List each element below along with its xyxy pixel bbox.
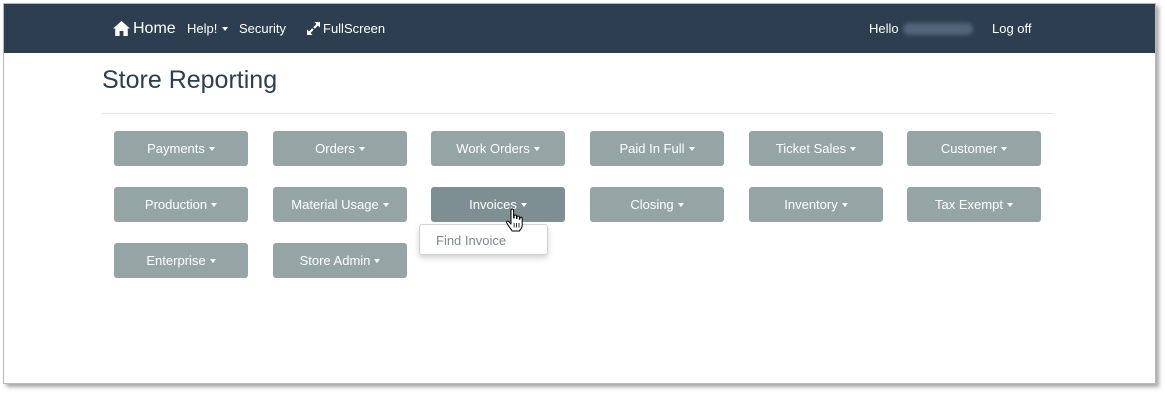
logoff-link[interactable]: Log off — [992, 4, 1032, 53]
title-divider — [102, 113, 1054, 114]
caret-down-icon — [209, 258, 216, 263]
redacted-username — [902, 22, 973, 35]
caret-down-icon — [520, 202, 527, 207]
page-title: Store Reporting — [102, 66, 278, 94]
button-label: Closing — [630, 197, 674, 212]
button-label: Inventory — [784, 197, 838, 212]
caret-down-icon — [850, 146, 857, 151]
caret-down-icon — [533, 146, 540, 151]
hand-pointer-cursor-icon — [506, 208, 523, 232]
browser-frame: Home Help! Security FullScreen Hello Log… — [3, 3, 1156, 384]
security-label: Security — [239, 21, 286, 36]
fullscreen-label: FullScreen — [323, 21, 386, 36]
home-link[interactable]: Home — [113, 4, 176, 53]
caret-down-icon — [374, 258, 381, 263]
caret-down-icon — [211, 202, 218, 207]
caret-down-icon — [358, 146, 365, 151]
help-label: Help! — [187, 21, 218, 36]
caret-down-icon — [1006, 202, 1013, 207]
hello-label: Hello — [869, 21, 899, 36]
button-label: Customer — [940, 141, 998, 156]
enterprise-dropdown-button[interactable]: Enterprise — [114, 243, 248, 278]
help-menu[interactable]: Help! — [187, 4, 229, 53]
invoices-dropdown-menu: Find Invoice — [419, 224, 548, 255]
expand-icon — [307, 22, 320, 35]
caret-down-icon — [382, 202, 389, 207]
store-admin-dropdown-button[interactable]: Store Admin — [273, 243, 407, 278]
closing-dropdown-button[interactable]: Closing — [590, 187, 724, 222]
button-label: Paid In Full — [619, 141, 685, 156]
tax-exempt-dropdown-button[interactable]: Tax Exempt — [907, 187, 1041, 222]
button-label: Production — [144, 197, 208, 212]
find-invoice-menu-item[interactable]: Find Invoice — [436, 233, 506, 248]
button-label: Orders — [315, 141, 355, 156]
top-navbar: Home Help! Security FullScreen Hello Log… — [4, 4, 1155, 53]
button-label: Payments — [147, 141, 205, 156]
inventory-dropdown-button[interactable]: Inventory — [749, 187, 883, 222]
button-label: Ticket Sales — [775, 141, 847, 156]
invoices-dropdown-button[interactable]: Invoices — [431, 187, 565, 222]
security-link[interactable]: Security — [239, 4, 286, 53]
customer-dropdown-button[interactable]: Customer — [907, 131, 1041, 166]
user-greeting[interactable]: Hello — [869, 4, 973, 53]
button-label: Tax Exempt — [935, 197, 1003, 212]
caret-down-icon — [208, 146, 215, 151]
payments-dropdown-button[interactable]: Payments — [114, 131, 248, 166]
caret-down-icon — [222, 26, 229, 31]
caret-down-icon — [841, 202, 848, 207]
work-orders-dropdown-button[interactable]: Work Orders — [431, 131, 565, 166]
caret-down-icon — [1001, 146, 1008, 151]
button-label: Enterprise — [146, 253, 206, 268]
ticket-sales-dropdown-button[interactable]: Ticket Sales — [749, 131, 883, 166]
button-label: Work Orders — [456, 141, 530, 156]
fullscreen-link[interactable]: FullScreen — [307, 4, 385, 53]
button-label: Store Admin — [299, 253, 371, 268]
paid-in-full-dropdown-button[interactable]: Paid In Full — [590, 131, 724, 166]
material-usage-dropdown-button[interactable]: Material Usage — [273, 187, 407, 222]
home-label: Home — [133, 19, 176, 37]
caret-down-icon — [677, 202, 684, 207]
orders-dropdown-button[interactable]: Orders — [273, 131, 407, 166]
button-label: Material Usage — [291, 197, 379, 212]
caret-down-icon — [688, 146, 695, 151]
logoff-label: Log off — [992, 21, 1032, 36]
home-icon — [113, 21, 130, 36]
production-dropdown-button[interactable]: Production — [114, 187, 248, 222]
